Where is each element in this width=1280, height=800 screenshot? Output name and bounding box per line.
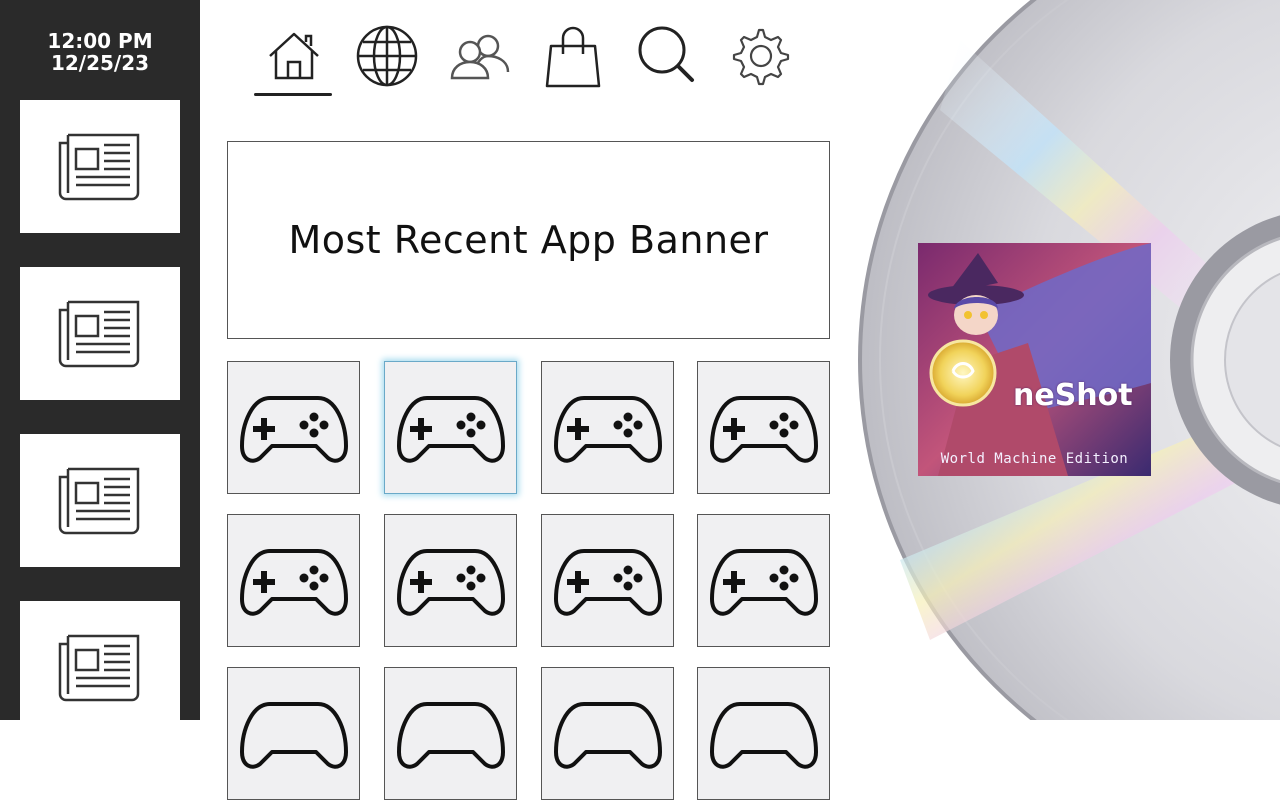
app-tile[interactable] — [227, 514, 360, 647]
app-tile[interactable] — [227, 361, 360, 494]
home-icon[interactable] — [262, 24, 326, 88]
gamepad-icon — [397, 702, 505, 769]
gamepad-icon — [240, 396, 348, 463]
app-tile[interactable] — [384, 514, 517, 647]
clock: 12:00 PM 12/25/23 — [0, 30, 200, 74]
app-tile[interactable] — [227, 667, 360, 800]
news-card[interactable] — [20, 601, 180, 734]
sidebar: 12:00 PM 12/25/23 — [0, 0, 200, 734]
shopping-bag-icon[interactable] — [541, 24, 605, 88]
friends-icon[interactable] — [448, 24, 512, 88]
cover-subtitle: World Machine Edition — [940, 451, 1129, 467]
news-card[interactable] — [20, 434, 180, 567]
globe-icon[interactable] — [355, 24, 419, 88]
cover-title: neShot — [1013, 378, 1133, 413]
newspaper-icon — [58, 300, 140, 368]
app-tile[interactable] — [541, 361, 674, 494]
gamepad-icon — [240, 702, 348, 769]
news-card[interactable] — [20, 267, 180, 400]
gamepad-icon — [554, 549, 662, 616]
newspaper-icon — [58, 634, 140, 702]
gamepad-icon — [554, 396, 662, 463]
gamepad-icon — [397, 396, 505, 463]
app-tile[interactable] — [697, 667, 830, 800]
gear-icon[interactable] — [727, 24, 791, 88]
banner-text: Most Recent App Banner — [288, 218, 769, 262]
recent-app-banner[interactable]: Most Recent App Banner — [227, 141, 830, 339]
app-tile[interactable] — [541, 667, 674, 800]
app-tile-selected[interactable] — [384, 361, 517, 494]
news-card[interactable] — [20, 100, 180, 233]
newspaper-icon — [58, 133, 140, 201]
app-tile[interactable] — [697, 514, 830, 647]
gamepad-icon — [397, 549, 505, 616]
gamepad-icon — [554, 702, 662, 769]
gamepad-icon — [710, 702, 818, 769]
gamepad-icon — [240, 549, 348, 616]
cover-art — [918, 243, 1151, 476]
clock-date: 12/25/23 — [50, 51, 150, 75]
newspaper-icon — [58, 467, 140, 535]
clock-time: 12:00 PM — [47, 29, 153, 53]
gamepad-icon — [710, 396, 818, 463]
nav-selected-indicator — [254, 93, 332, 96]
featured-game-cover[interactable]: neShot World Machine Edition — [918, 243, 1151, 476]
app-tile[interactable] — [697, 361, 830, 494]
gamepad-icon — [710, 549, 818, 616]
app-tile[interactable] — [384, 667, 517, 800]
app-tile[interactable] — [541, 514, 674, 647]
search-icon[interactable] — [634, 24, 698, 88]
